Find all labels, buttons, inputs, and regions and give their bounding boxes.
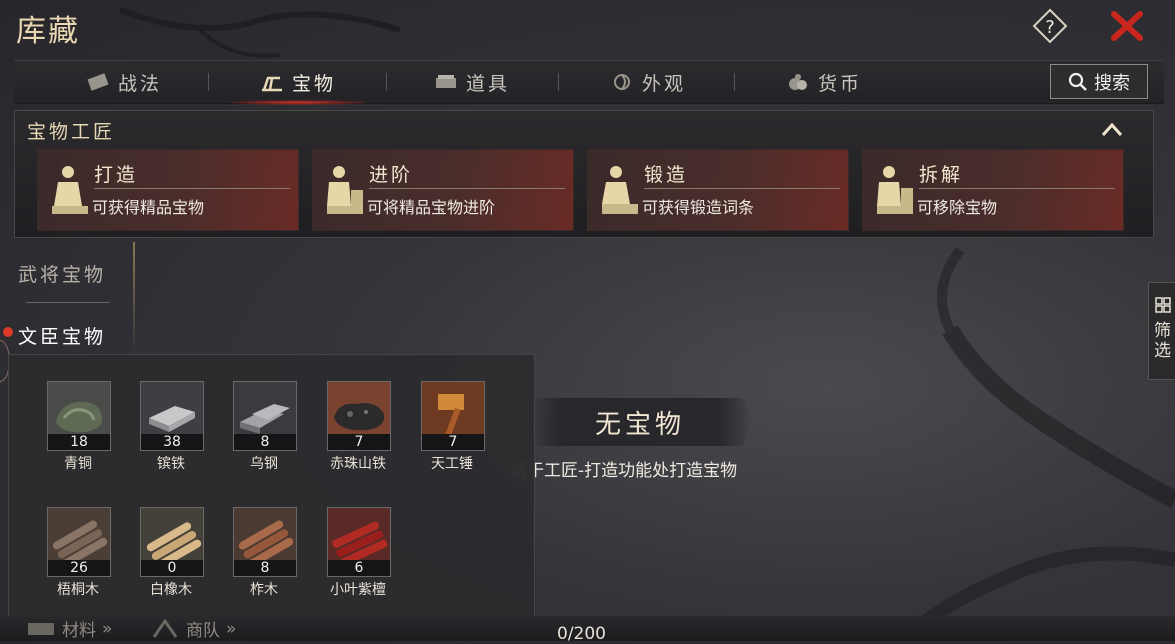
material-item[interactable]: 8 乌钢 [233, 381, 297, 473]
craftsman-icon [877, 166, 913, 214]
bottom-tab-caravan[interactable]: 商队» [150, 616, 236, 641]
caravan-icon [152, 618, 178, 638]
tab-items[interactable]: 道具 [434, 61, 510, 103]
material-item[interactable]: 7 赤珠山铁 [327, 381, 391, 473]
material-item[interactable]: 38 镔铁 [140, 381, 204, 473]
card-divider [644, 188, 840, 189]
tab-separator [558, 73, 559, 91]
materials-icon [28, 622, 54, 635]
chevron-up-icon[interactable] [1101, 121, 1123, 137]
material-item[interactable]: 0 白橡木 [140, 507, 204, 599]
material-item[interactable]: 6 小叶紫檀 [327, 507, 391, 599]
search-icon [1068, 72, 1087, 91]
bottom-tab-materials[interactable]: 材料» [26, 616, 112, 641]
workshop-card-smith[interactable]: 锻造 可获得锻造词条 [587, 149, 849, 231]
category-general-treasure[interactable]: 武将宝物 [18, 260, 106, 287]
workshop-card-forge[interactable]: 打造 可获得精品宝物 [37, 149, 299, 231]
materials-popup: 18 青铜 38 镔铁 8 乌钢 7 赤珠山铁 7 天工锤 26 梧桐木 0 白… [8, 354, 535, 618]
grid-icon [1155, 297, 1171, 313]
filter-label: 筛选 [1154, 321, 1171, 361]
craftsman-icon [52, 166, 88, 214]
tab-separator [734, 73, 735, 91]
help-button[interactable]: ? [1032, 8, 1068, 44]
material-item[interactable]: 26 梧桐木 [47, 507, 111, 599]
filter-button[interactable]: 筛选 [1148, 282, 1175, 380]
category-rail [133, 242, 135, 357]
workshop-title: 宝物工匠 [27, 121, 116, 143]
capacity-counter: 0/200 [557, 624, 606, 644]
chevron-right-icon: » [226, 618, 237, 639]
tab-separator [386, 73, 387, 91]
page-title: 库藏 [16, 14, 80, 49]
card-divider [94, 188, 290, 189]
treasure-workshop-panel: 宝物工匠 打造 可获得精品宝物 进阶 可将精品宝物进阶 锻造 可获得锻造词条 拆… [14, 110, 1154, 238]
material-item[interactable]: 18 青铜 [47, 381, 111, 473]
category-divider [26, 302, 110, 303]
coin-bag-icon [789, 74, 807, 90]
empty-title: 无宝物 [594, 410, 685, 440]
scroll-icon [87, 73, 109, 91]
workshop-card-dismantle[interactable]: 拆解 可移除宝物 [862, 149, 1124, 231]
tab-currency[interactable]: 货币 [786, 61, 862, 103]
workshop-card-advance[interactable]: 进阶 可将精品宝物进阶 [312, 149, 574, 231]
chevron-right-icon: » [102, 618, 113, 639]
tab-appearance[interactable]: 外观 [610, 61, 686, 103]
question-icon: ? [1032, 8, 1068, 44]
close-button[interactable] [1106, 6, 1148, 46]
box-icon [436, 75, 456, 88]
tab-treasure[interactable]: 宝物 [229, 61, 367, 105]
tab-separator [208, 73, 209, 91]
tab-tactics[interactable]: 战法 [86, 61, 162, 103]
card-divider [369, 188, 565, 189]
tab-bar: 战法 宝物 道具 外观 货币 搜索 [14, 60, 1164, 105]
swirl-icon [614, 74, 630, 90]
search-button[interactable]: 搜索 [1050, 64, 1148, 99]
treasure-icon [262, 76, 282, 92]
craftsman-icon [602, 166, 638, 214]
empty-hint: 请于工匠-打造功能处打造宝物 [510, 461, 738, 481]
material-item[interactable]: 7 天工锤 [421, 381, 485, 473]
close-icon [1111, 11, 1143, 41]
card-divider [919, 188, 1115, 189]
notification-dot [3, 327, 13, 337]
craftsman-icon [327, 166, 363, 214]
svg-text:?: ? [1045, 17, 1055, 38]
category-minister-treasure[interactable]: 文臣宝物 [18, 322, 106, 349]
material-item[interactable]: 8 柞木 [233, 507, 297, 599]
